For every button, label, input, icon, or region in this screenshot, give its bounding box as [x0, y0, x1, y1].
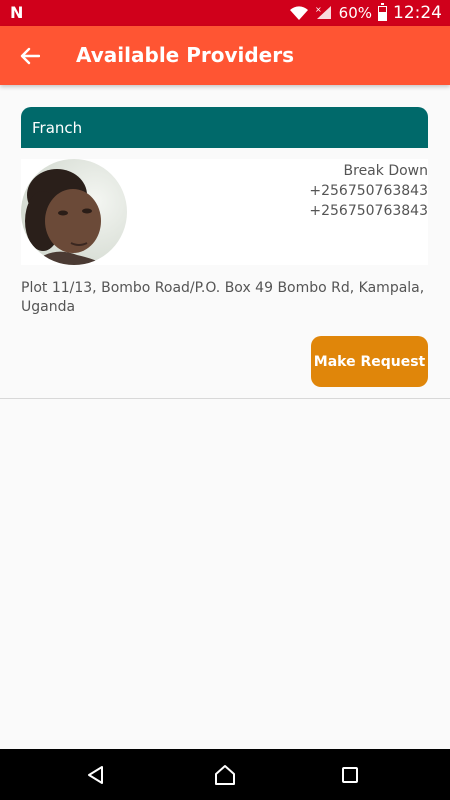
service-type: Break Down: [343, 163, 428, 179]
notification-icon: N: [10, 3, 24, 22]
status-bar: N × 60% 12:24: [0, 0, 450, 26]
clock: 12:24: [393, 3, 442, 23]
back-button[interactable]: [14, 40, 46, 72]
home-icon: [215, 765, 235, 785]
provider-address: Plot 11/13, Bombo Road/P.O. Box 49 Bombo…: [21, 280, 425, 315]
back-nav-button[interactable]: [83, 762, 109, 788]
square-recents-icon: [342, 767, 358, 783]
wifi-icon: [289, 6, 308, 20]
provider-name: Franch: [32, 118, 83, 137]
battery-percent: 60%: [338, 4, 372, 22]
app-bar: Available Providers: [0, 26, 450, 85]
provider-details: Break Down +256750763843 +256750763843: [21, 159, 428, 265]
navigation-bar: [0, 749, 450, 800]
status-icons: × 60% 12:24: [289, 0, 442, 26]
page-title: Available Providers: [76, 43, 295, 67]
phone-number-2: +256750763843: [309, 203, 428, 219]
make-request-button[interactable]: Make Request: [311, 336, 428, 387]
provider-avatar: [21, 159, 127, 265]
arrow-left-icon: [20, 47, 40, 65]
svg-text:×: ×: [315, 5, 322, 14]
home-nav-button[interactable]: [212, 762, 238, 788]
provider-card: Franch Break Down +256750763843 +2567507…: [0, 85, 450, 399]
provider-name-header: Franch: [21, 107, 428, 148]
battery-icon: [378, 2, 387, 21]
recents-nav-button[interactable]: [337, 762, 363, 788]
provider-info: Break Down +256750763843 +256750763843: [309, 161, 428, 221]
signal-icon: ×: [315, 5, 331, 19]
person-photo: [21, 159, 127, 265]
battery-fill: [379, 11, 386, 20]
phone-number-1: +256750763843: [309, 183, 428, 199]
triangle-back-icon: [88, 766, 103, 784]
